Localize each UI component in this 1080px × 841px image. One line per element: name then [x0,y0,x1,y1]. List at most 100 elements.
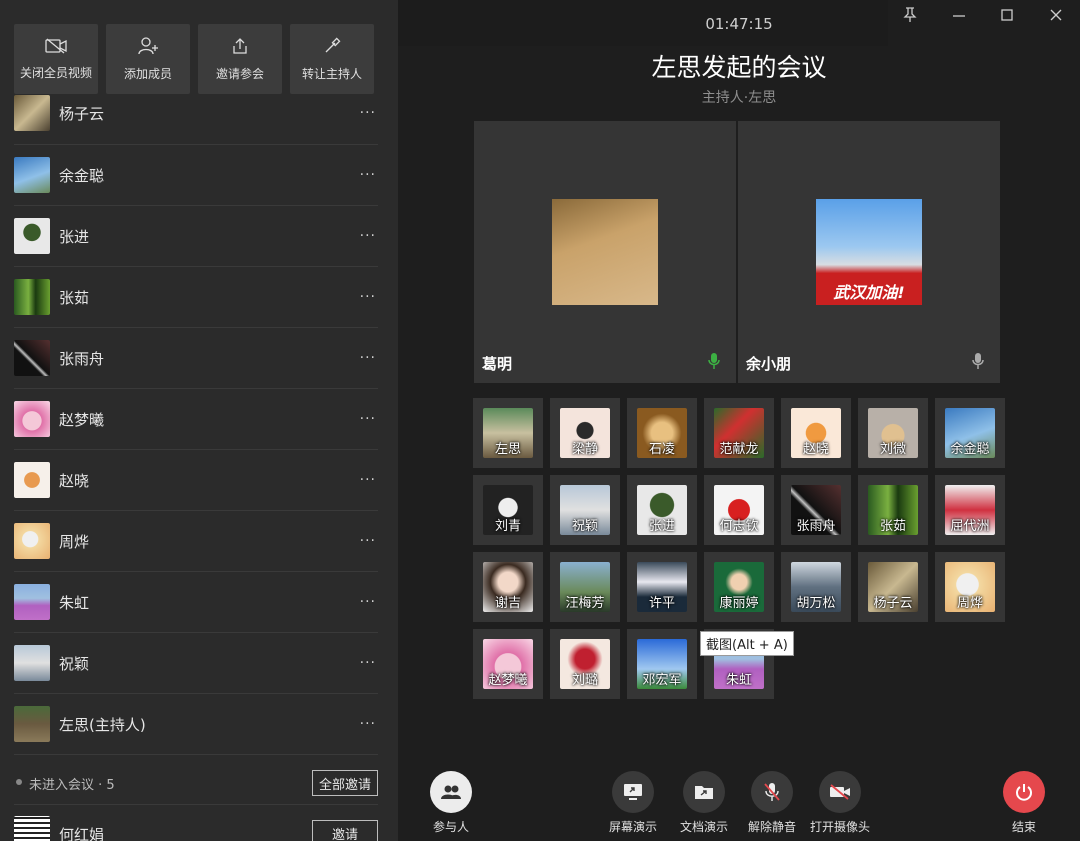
maximize-icon[interactable] [995,3,1019,27]
avatar [14,95,50,131]
end-label: 结束 [1011,820,1036,834]
list-item[interactable]: 赵晓 ··· [14,450,378,511]
participant-name: 张进 [59,227,90,246]
list-item[interactable]: 周烨 ··· [14,511,378,572]
grid-tile-name: 刘璐 [571,673,598,688]
meeting-stage: 01:47:15 左思发起的会议 主持人·左思 葛明 武汉加油! 余小朋 左思梁… [398,0,1080,841]
invite-all-button[interactable]: 全部邀请 [312,770,378,796]
grid-tile-name: 周烨 [956,596,983,611]
grid-tile[interactable]: 屈代洲 [935,475,1005,545]
grid-tile[interactable]: 邓宏军 [627,629,697,699]
grid-tile-name: 刘微 [879,442,906,457]
more-icon[interactable]: ··· [360,594,376,610]
end-meeting-button[interactable]: 结束 [984,771,1064,835]
list-item[interactable]: 何红娟 邀请 [14,812,378,841]
video-avatar [552,199,658,305]
participant-name: 赵晓 [59,471,90,490]
grid-tile[interactable]: 刘璐 [550,629,620,699]
camera-button[interactable]: 打开摄像头 [800,771,880,835]
minimize-icon[interactable] [947,3,971,27]
grid-tile[interactable]: 何志钦 [704,475,774,545]
grid-tile-name: 余金聪 [950,442,990,457]
grid-tile[interactable]: 杨子云 [858,552,928,622]
grid-tile[interactable]: 张进 [627,475,697,545]
participant-name: 周烨 [59,532,90,551]
grid-tile[interactable]: 赵梦曦 [473,629,543,699]
more-icon[interactable]: ··· [360,716,376,732]
grid-tile-name: 康丽婷 [719,596,759,611]
grid-tile[interactable]: 许平 [627,552,697,622]
list-item[interactable]: 祝颖 ··· [14,633,378,694]
power-icon [1003,771,1045,813]
grid-tile[interactable]: 余金聪 [935,398,1005,468]
grid-tile-name: 许平 [648,596,675,611]
avatar [14,340,50,376]
screen-share-button[interactable]: 屏幕演示 [593,771,673,835]
participant-name: 何红娟 [59,826,105,841]
grid-tile[interactable]: 祝颖 [550,475,620,545]
participant-name: 张雨舟 [59,349,105,368]
grid-tile[interactable]: 张雨舟 [781,475,851,545]
video-tile[interactable]: 武汉加油! 余小朋 [738,121,1000,383]
grid-tile-name: 梁静 [571,442,598,457]
list-item[interactable]: 杨子云 ··· [14,82,378,145]
list-item[interactable]: 朱虹 ··· [14,572,378,633]
avatar [14,584,50,620]
invite-button[interactable]: 邀请 [312,820,378,841]
grid-tile-name: 邓宏军 [642,673,682,688]
participants-button[interactable]: 参与人 [411,771,491,835]
grid-tile[interactable]: 左思 [473,398,543,468]
participant-name: 朱虹 [59,593,90,612]
grid-tile[interactable]: 康丽婷 [704,552,774,622]
more-icon[interactable]: ··· [360,105,376,121]
grid-tile[interactable]: 汪梅芳 [550,552,620,622]
participants-icon [430,771,472,813]
list-item[interactable]: 张茹 ··· [14,267,378,328]
grid-tile[interactable]: 周烨 [935,552,1005,622]
grid-tile[interactable]: 胡万松 [781,552,851,622]
participant-name: 赵梦曦 [59,410,105,429]
grid-tile-name: 张雨舟 [796,519,836,534]
grid-tile-name: 屈代洲 [950,519,990,534]
list-item[interactable]: 张雨舟 ··· [14,328,378,389]
more-icon[interactable]: ··· [360,411,376,427]
disable-all-video-label: 关闭全员视频 [19,65,92,80]
not-joined-label: 未进入会议 · 5 [29,778,115,793]
more-icon[interactable]: ··· [360,350,376,366]
avatar [14,462,50,498]
grid-tile[interactable]: 梁静 [550,398,620,468]
grid-tile[interactable]: 赵晓 [781,398,851,468]
list-item[interactable]: 张进 ··· [14,206,378,267]
more-icon[interactable]: ··· [360,472,376,488]
more-icon[interactable]: ··· [360,228,376,244]
grid-tile-name: 张进 [648,519,675,534]
more-icon[interactable]: ··· [360,533,376,549]
grid-tile[interactable]: 谢吉 [473,552,543,622]
grid-tile[interactable]: 石凌 [627,398,697,468]
mic-active-icon [708,352,720,374]
avatar [14,279,50,315]
list-item[interactable]: 赵梦曦 ··· [14,389,378,450]
camera-label: 打开摄像头 [809,820,870,834]
grid-tile-name: 祝颖 [571,519,598,534]
grid-tile-name: 石凌 [648,442,675,457]
mic-icon [972,352,984,374]
grid-tile-name: 杨子云 [873,596,913,611]
grid-tile[interactable]: 刘青 [473,475,543,545]
avatar [14,157,50,193]
list-item[interactable]: 左思(主持人) ··· [14,694,378,755]
screen-share-label: 屏幕演示 [608,820,657,834]
grid-tile-name: 赵晓 [802,442,829,457]
grid-tile[interactable]: 张茹 [858,475,928,545]
video-avatar: 武汉加油! [816,199,922,305]
video-tile[interactable]: 葛明 [474,121,736,383]
pin-icon[interactable] [898,3,922,27]
close-icon[interactable] [1044,3,1068,27]
list-item[interactable]: 余金聪 ··· [14,145,378,206]
grid-tile[interactable]: 刘微 [858,398,928,468]
more-icon[interactable]: ··· [360,655,376,671]
more-icon[interactable]: ··· [360,167,376,183]
grid-tile[interactable]: 范献龙 [704,398,774,468]
more-icon[interactable]: ··· [360,289,376,305]
invite-label: 邀请参会 [215,66,264,81]
